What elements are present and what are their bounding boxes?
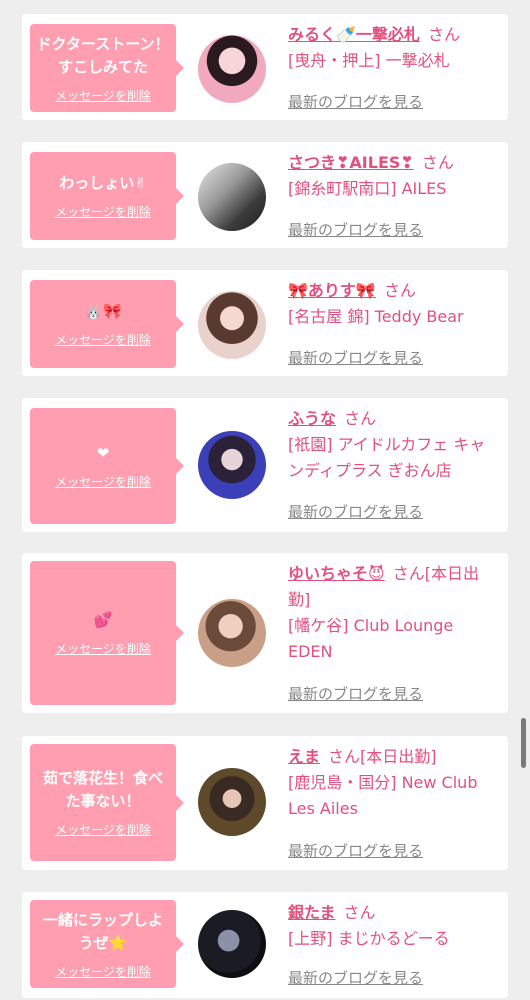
girl-name-link[interactable]: 🎀ありす🎀 <box>288 281 376 300</box>
honorific: さん <box>344 409 377 428</box>
girl-name-link[interactable]: 銀たま <box>288 903 336 922</box>
scrollbar[interactable] <box>521 718 526 768</box>
shop-name: [名古屋 錦] Teddy Bear <box>288 307 464 326</box>
avatar[interactable] <box>198 35 266 103</box>
girl-info: みるく🍼一撃必札 さん [曳舟・押上] 一撃必札 <box>288 22 500 74</box>
latest-blog-link[interactable]: 最新のブログを見る <box>288 347 423 368</box>
delete-message-link[interactable]: メッセージを削除 <box>55 87 151 104</box>
status-text: [本日出勤] <box>360 747 437 766</box>
delete-message-link[interactable]: メッセージを削除 <box>55 821 151 838</box>
girl-info: ゆいちゃそ😈 さん[本日出勤] [幡ケ谷] Club Lounge EDEN <box>288 561 500 665</box>
delete-message-link[interactable]: メッセージを削除 <box>55 473 151 490</box>
latest-blog-link[interactable]: 最新のブログを見る <box>288 91 423 112</box>
girl-info: ふうな さん [祇園] アイドルカフェ キャンディプラス ぎおん店 <box>288 406 500 484</box>
message-text: 💕 <box>93 611 113 629</box>
delete-message-link[interactable]: メッセージを削除 <box>55 963 151 980</box>
girl-name-link[interactable]: ゆいちゃそ😈 <box>288 564 385 583</box>
girl-info: えま さん[本日出勤] [鹿児島・国分] New Club Les Ailes <box>288 744 500 822</box>
message-card: 一緒にラップしようぜ⭐ メッセージを削除 銀たま さん [上野] まじかるどーる … <box>22 892 508 998</box>
girl-info: さつき❣AILES❣ さん [錦糸町駅南口] AILES <box>288 150 500 202</box>
girl-name-link[interactable]: えま <box>288 747 320 766</box>
latest-blog-link[interactable]: 最新のブログを見る <box>288 967 423 988</box>
shop-name: [錦糸町駅南口] AILES <box>288 179 447 198</box>
message-text: 茹で落花生！食べた事ない！ <box>42 769 163 810</box>
shop-name: [鹿児島・国分] New Club Les Ailes <box>288 773 478 818</box>
latest-blog-link[interactable]: 最新のブログを見る <box>288 840 423 861</box>
shop-name: [幡ケ谷] Club Lounge EDEN <box>288 616 454 661</box>
honorific: さん <box>343 903 376 922</box>
avatar[interactable] <box>198 910 266 978</box>
message-text: 🐰🎀 <box>84 302 122 320</box>
message-bubble: ドクターストーン！すこしみてた メッセージを削除 <box>30 24 184 112</box>
message-bubble: ❤ メッセージを削除 <box>30 408 184 524</box>
message-card: 🐰🎀 メッセージを削除 🎀ありす🎀 さん [名古屋 錦] Teddy Bear 最… <box>22 270 508 376</box>
latest-blog-link[interactable]: 最新のブログを見る <box>288 219 423 240</box>
message-card: わっしょい✌ メッセージを削除 さつき❣AILES❣ さん [錦糸町駅南口] AI… <box>22 142 508 248</box>
message-card: 💕 メッセージを削除 ゆいちゃそ😈 さん[本日出勤] [幡ケ谷] Club Lou… <box>22 553 508 713</box>
message-card: ドクターストーン！すこしみてた メッセージを削除 みるく🍼一撃必札 さん [曳舟・… <box>22 14 508 120</box>
avatar[interactable] <box>198 599 266 667</box>
girl-name-link[interactable]: ふうな <box>288 409 336 428</box>
message-text: 一緒にラップしようぜ⭐ <box>42 910 163 952</box>
honorific: さん <box>421 153 454 172</box>
message-bubble: 茹で落花生！食べた事ない！ メッセージを削除 <box>30 744 184 861</box>
shop-name: [祇園] アイドルカフェ キャンディプラス ぎおん店 <box>288 435 486 480</box>
latest-blog-link[interactable]: 最新のブログを見る <box>288 683 423 704</box>
delete-message-link[interactable]: メッセージを削除 <box>55 331 151 348</box>
delete-message-link[interactable]: メッセージを削除 <box>55 203 151 220</box>
message-text: ❤ <box>96 444 110 462</box>
avatar[interactable] <box>198 163 266 231</box>
message-card: ❤ メッセージを削除 ふうな さん [祇園] アイドルカフェ キャンディプラス ぎ… <box>22 398 508 532</box>
message-text: わっしょい✌ <box>59 174 147 192</box>
shop-name: [上野] まじかるどーる <box>288 929 450 948</box>
honorific: さん <box>383 281 416 300</box>
message-bubble: わっしょい✌ メッセージを削除 <box>30 152 184 240</box>
message-card: 茹で落花生！食べた事ない！ メッセージを削除 えま さん[本日出勤] [鹿児島・国… <box>22 736 508 870</box>
girl-name-link[interactable]: みるく🍼一撃必札 <box>288 25 420 44</box>
avatar[interactable] <box>198 431 266 499</box>
girl-info: 🎀ありす🎀 さん [名古屋 錦] Teddy Bear <box>288 278 500 330</box>
message-bubble: 一緒にラップしようぜ⭐ メッセージを削除 <box>30 900 184 988</box>
message-text: ドクターストーン！すこしみてた <box>36 34 170 76</box>
message-bubble: 🐰🎀 メッセージを削除 <box>30 280 184 368</box>
avatar[interactable] <box>198 768 266 836</box>
girl-name-link[interactable]: さつき❣AILES❣ <box>288 153 414 172</box>
avatar[interactable] <box>198 291 266 359</box>
honorific: さん <box>427 25 460 44</box>
honorific: さん <box>392 564 425 583</box>
shop-name: [曳舟・押上] 一撃必札 <box>288 51 450 70</box>
honorific: さん <box>328 747 361 766</box>
girl-info: 銀たま さん [上野] まじかるどーる <box>288 900 500 952</box>
message-bubble: 💕 メッセージを削除 <box>30 561 184 705</box>
latest-blog-link[interactable]: 最新のブログを見る <box>288 501 423 522</box>
delete-message-link[interactable]: メッセージを削除 <box>55 640 151 657</box>
